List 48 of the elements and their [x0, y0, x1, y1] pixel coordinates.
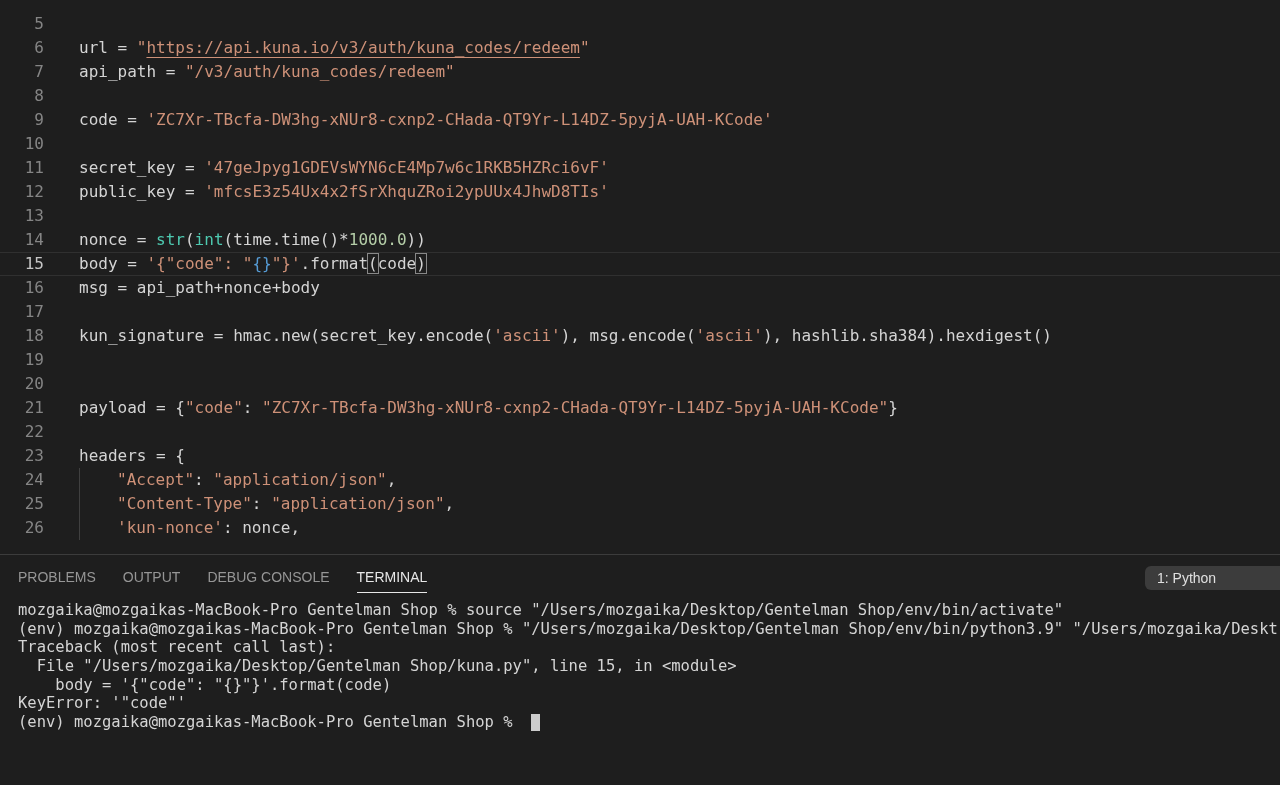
code-line: body = '{"code": "{}"}'.format(code) [79, 253, 426, 275]
panel-tab[interactable]: DEBUG CONSOLE [207, 563, 330, 593]
line-number: 9 [33, 109, 44, 131]
terminal-line: mozgaika@mozgaikas-MacBook-Pro Gentelman Shop % source "/Users/mozgaika/Desktop/Gentelman Shop/env/bin/activate" [18, 601, 1064, 620]
code-line: "Content-Type": "application/json", [117, 493, 455, 515]
line-number: 20 [23, 373, 44, 395]
line-number: 16 [23, 277, 44, 299]
code-line: public_key = 'mfcsE3z54Ux4x2fSrXhquZRoi2ypUUx4JhwD8TIs' [79, 181, 609, 203]
line-number: 24 [23, 469, 44, 491]
line-number: 22 [23, 421, 44, 443]
terminal-line: Traceback (most recent call last): [18, 638, 336, 658]
line-number: 21 [23, 397, 44, 419]
code-line: 'kun-nonce': nonce, [117, 517, 301, 539]
code-line: payload = {"code": "ZC7Xr-TBcfa-DW3hg-xNUr8-cxnp2-CHada-QT9Yr-L14DZ-5pyjA-UAH-KCode"} [79, 397, 898, 419]
code-line: kun_signature = hmac.new(secret_key.encode('ascii'), msg.encode('ascii'), hashlib.sha384).hexdigest() [79, 325, 1052, 347]
line-number: 11 [23, 157, 44, 179]
terminal-line: (env) mozgaika@mozgaikas-MacBook-Pro Gentelman Shop % [18, 713, 514, 732]
code-line: nonce = str(int(time.time()*1000.0)) [79, 229, 426, 251]
code-line: "Accept": "application/json", [117, 469, 397, 491]
terminal-line: File "/Users/mozgaika/Desktop/Gentelman Shop/kuna.py", line 15, in <module> [35, 657, 737, 676]
code-line: secret_key = '47geJpyg1GDEVsWYN6cE4Mp7w6c1RKB5HZRci6vF' [79, 157, 609, 179]
line-number: 26 [23, 517, 44, 539]
line-number: 15 [23, 253, 44, 275]
terminal-line: body = '{"code": "{}"}'.format(code) [54, 675, 392, 695]
line-number: 10 [23, 133, 44, 155]
line-number: 23 [23, 445, 44, 467]
code-line: headers = { [79, 445, 185, 467]
code-line: api_path = "/v3/auth/kuna_codes/redeem" [79, 61, 455, 83]
terminal-select[interactable]: 1: Python [1145, 566, 1280, 590]
line-number: 13 [23, 205, 44, 227]
terminal-line: KeyError: '"code"' [18, 694, 186, 714]
line-number: 8 [33, 85, 44, 107]
code-line: url = "https://api.kuna.io/v3/auth/kuna_codes/redeem" [79, 37, 590, 59]
panel-tab[interactable]: OUTPUT [122, 563, 181, 593]
line-number: 14 [23, 229, 44, 251]
line-number: 25 [23, 493, 44, 515]
code-line: code = 'ZC7Xr-TBcfa-DW3hg-xNUr8-cxnp2-CHada-QT9Yr-L14DZ-5pyjA-UAH-KCode' [79, 109, 773, 131]
code-line: msg = api_path+nonce+body [79, 277, 320, 299]
panel-tab[interactable]: PROBLEMS [18, 563, 96, 593]
line-number: 6 [33, 37, 44, 59]
line-number: 17 [23, 301, 44, 323]
line-number: 7 [33, 61, 44, 83]
line-number: 5 [33, 13, 44, 35]
terminal-line: (env) mozgaika@mozgaikas-MacBook-Pro Gentelman Shop % "/Users/mozgaika/Desktop/Gentelman Shop/env/bin/python3.9" "/Users/mozgaika/Deskt [18, 619, 1278, 639]
panel-tab[interactable]: TERMINAL [356, 563, 428, 593]
line-number: 12 [23, 181, 44, 203]
line-number: 19 [23, 349, 44, 371]
line-number: 18 [23, 325, 44, 347]
